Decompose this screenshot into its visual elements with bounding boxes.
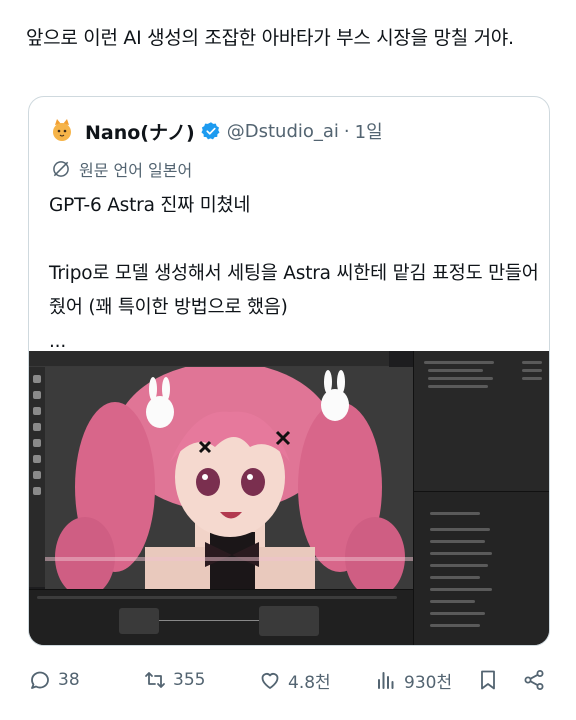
share-button[interactable] xyxy=(522,660,546,700)
properties-panel xyxy=(413,491,549,645)
verified-badge-icon xyxy=(201,122,220,140)
blender-screenshot-image[interactable] xyxy=(29,351,549,645)
outliner-panel xyxy=(413,351,549,491)
reply-count: 38 xyxy=(58,670,80,690)
reply-button[interactable]: 38 xyxy=(28,660,80,700)
cat-avatar-icon[interactable] xyxy=(47,116,77,146)
post-text: 앞으로 이런 AI 생성의 조잡한 아바타가 부스 시장을 망칠 거야. xyxy=(26,27,514,49)
translate-icon xyxy=(53,161,69,177)
views-count: 930천 xyxy=(404,672,453,693)
repost-count: 355 xyxy=(173,670,206,690)
3d-viewport xyxy=(45,367,413,589)
share-icon xyxy=(524,670,544,690)
translation-note[interactable]: 원문 언어 일본어 xyxy=(51,157,192,181)
app-toolbar xyxy=(29,351,389,367)
separator-dot: · xyxy=(343,120,350,142)
like-button[interactable]: 4.8천 xyxy=(258,660,331,700)
author-name[interactable]: Nano(ナノ) xyxy=(85,118,195,145)
bookmark-icon xyxy=(481,670,495,690)
views-button[interactable]: 930천 xyxy=(374,660,452,700)
post-time[interactable]: 1일 xyxy=(355,118,383,144)
node-editor-panel xyxy=(29,589,413,645)
body-line-1: GPT-6 Astra 진짜 미쳤네 xyxy=(49,195,251,216)
anime-avatar-render xyxy=(45,367,413,589)
like-count: 4.8천 xyxy=(288,672,331,693)
views-icon xyxy=(378,672,394,689)
quoted-post-card[interactable]: Nano(ナノ) @Dstudio_ai · 1일 원문 언어 일본어 GPT-… xyxy=(28,96,550,646)
heart-icon xyxy=(261,673,279,689)
tool-sidebar xyxy=(29,367,45,587)
author-handle[interactable]: @Dstudio_ai xyxy=(227,121,339,142)
post-actions-bar: 38 355 4.8천 930천 xyxy=(0,660,576,700)
translation-label: 원문 언어 일본어 xyxy=(79,161,193,180)
body-line-2: Tripo로 모델 생성해서 세팅을 Astra 씨한테 맡김 표정도 만들어줬… xyxy=(49,263,539,318)
bookmark-button[interactable] xyxy=(476,660,500,700)
reply-icon xyxy=(31,671,49,689)
repost-button[interactable]: 355 xyxy=(143,660,205,700)
repost-icon xyxy=(145,672,165,688)
quoted-post-header: Nano(ナノ) @Dstudio_ai · 1일 xyxy=(47,115,383,147)
quoted-post-body: GPT-6 Astra 진짜 미쳤네 Tripo로 모델 생성해서 세팅을 As… xyxy=(49,189,539,359)
